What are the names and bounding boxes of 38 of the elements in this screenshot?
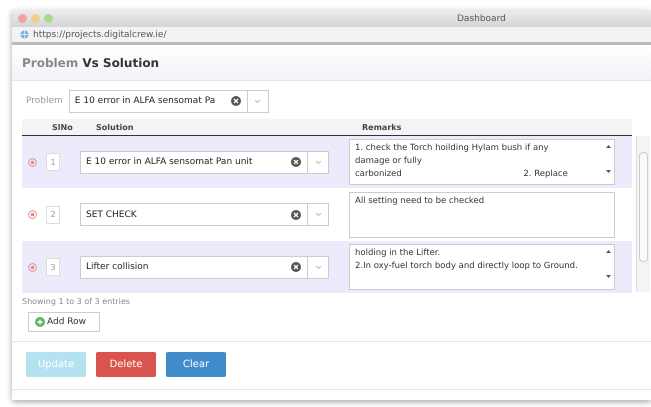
close-button[interactable] [18,14,27,23]
column-header: Solution [96,122,134,132]
scroll-arrows-icon [606,249,611,279]
scroll-arrows-icon [606,144,611,174]
page-title-bold: Vs Solution [82,56,160,70]
page-title-light: Problem [22,56,78,70]
minimize-button[interactable] [31,14,40,23]
zoom-button[interactable] [44,14,53,23]
remarks-field[interactable]: All setting need to be checked [349,192,615,238]
column-header: Remarks [362,122,402,132]
action-button[interactable]: Clear [166,352,226,377]
add-row-button[interactable]: Add Row [28,312,100,332]
solution-select[interactable]: E 10 error in ALFA sensomat Pan unit [80,150,329,174]
scrollbar[interactable] [636,136,650,292]
globe-icon [20,30,29,39]
caret-icon [314,264,322,270]
address-field[interactable]: https://projects.digitalcrew.ie/ [33,30,166,40]
plus-icon [35,317,45,327]
clear-icon[interactable] [291,262,301,272]
clear-icon[interactable] [230,96,241,106]
caret-icon [314,212,322,217]
remarks-field[interactable]: 1. check the Torch hoilding Hylam bush if any damage or fully carbonized 2. Replace [349,139,615,185]
remove-row-icon[interactable] [28,210,37,219]
column-header: SlNo [52,122,74,132]
action-button[interactable]: Delete [96,352,156,377]
clear-icon[interactable] [291,157,301,167]
caret-icon [314,160,322,164]
clear-icon[interactable] [291,210,301,220]
solution-select[interactable]: SET CHECK [80,203,329,226]
remarks-field[interactable]: holding in the Lifter. 2.In oxy-fuel torch body and directly loop to Ground. [349,244,615,290]
remove-row-icon[interactable] [28,158,37,166]
solution-select[interactable]: Lifter collision [80,256,329,278]
entries-info: Showing 1 to 3 of 3 entries [22,297,131,306]
problem-label: Problem [26,96,63,106]
problem-select[interactable]: E 10 error in ALFA sensomat Pa [68,90,269,112]
window-title: Dashboard [457,14,506,24]
remove-row-icon[interactable] [28,262,37,272]
caret-icon [254,98,262,104]
